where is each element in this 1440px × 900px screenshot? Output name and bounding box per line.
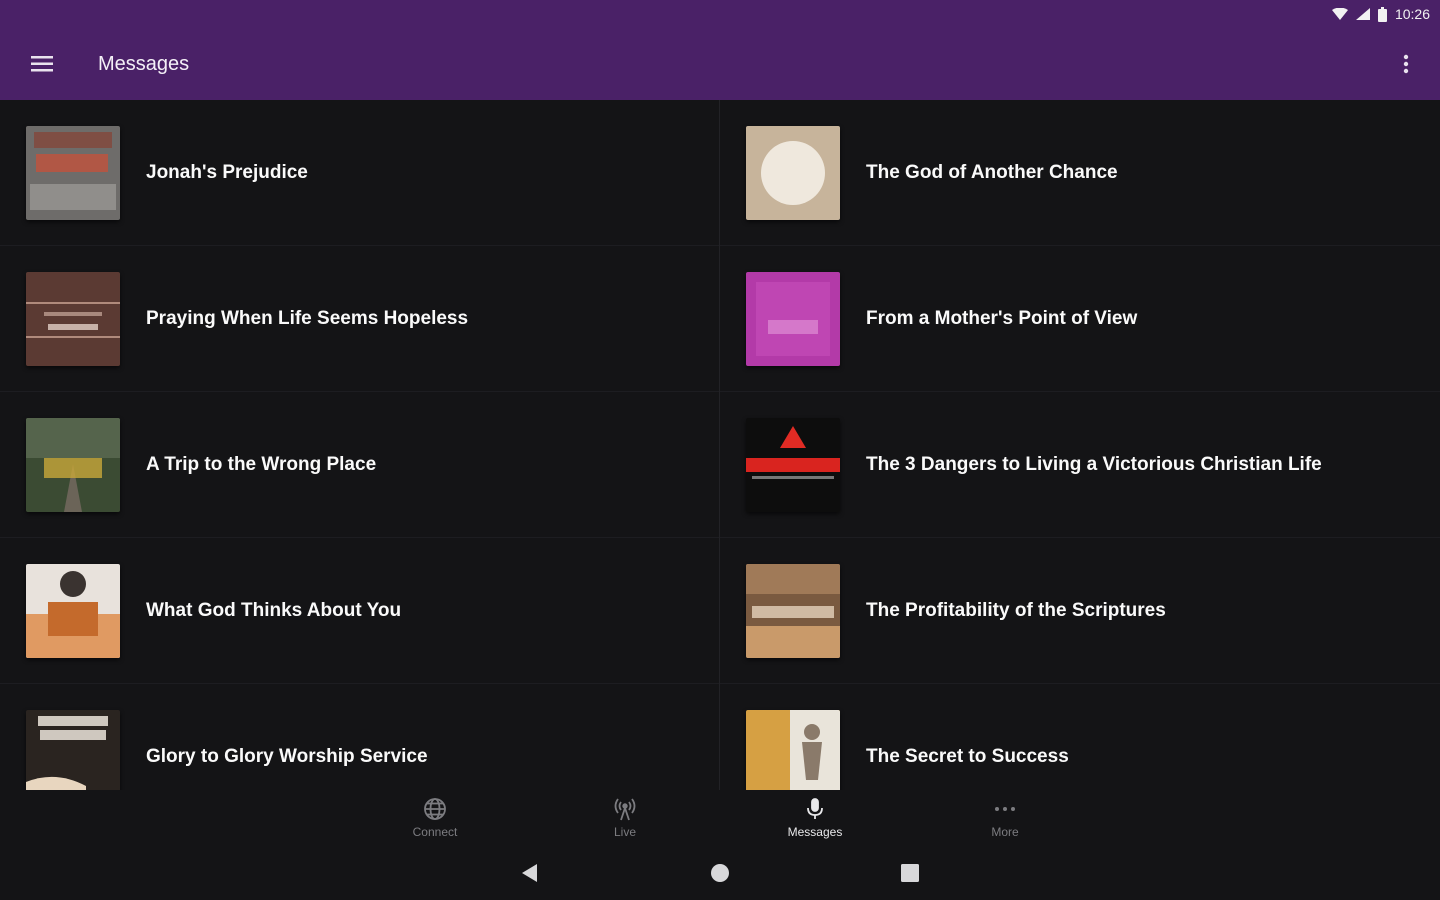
message-item[interactable]: A Trip to the Wrong Place: [0, 392, 719, 538]
message-thumbnail: [746, 417, 840, 512]
message-item[interactable]: What God Thinks About You: [0, 538, 719, 684]
message-item[interactable]: Jonah's Prejudice: [0, 100, 719, 246]
message-thumbnail: [26, 417, 120, 512]
messages-column-right: The God of Another Chance From a Mother'…: [720, 100, 1440, 790]
message-title: Jonah's Prejudice: [146, 161, 308, 183]
nav-label: More: [991, 825, 1019, 839]
hamburger-icon: [31, 56, 53, 72]
menu-button[interactable]: [22, 44, 62, 84]
battery-icon: [1377, 6, 1387, 22]
app-bar: Messages: [0, 28, 1440, 100]
message-title: The Profitability of the Scriptures: [866, 599, 1166, 621]
message-thumbnail: [746, 271, 840, 366]
message-title: Praying When Life Seems Hopeless: [146, 307, 469, 329]
signal-icon: [1355, 8, 1370, 20]
broadcast-icon: [614, 798, 636, 821]
nav-label: Connect: [412, 825, 458, 839]
recents-icon: [901, 864, 919, 882]
message-title: Glory to Glory Worship Service: [146, 745, 428, 767]
status-time: 10:26: [1394, 6, 1430, 22]
system-back-button[interactable]: [510, 853, 550, 893]
message-thumbnail: [26, 563, 120, 658]
message-item[interactable]: The 3 Dangers to Living a Victorious Chr…: [720, 392, 1440, 538]
system-home-button[interactable]: [700, 853, 740, 893]
overflow-menu-button[interactable]: [1390, 44, 1422, 84]
message-item[interactable]: The God of Another Chance: [720, 100, 1440, 246]
message-item[interactable]: Praying When Life Seems Hopeless: [0, 246, 719, 392]
nav-more[interactable]: More: [910, 790, 1100, 846]
message-title: The God of Another Chance: [866, 161, 1118, 183]
message-thumbnail: [746, 125, 840, 220]
home-icon: [711, 864, 729, 882]
message-item[interactable]: The Profitability of the Scriptures: [720, 538, 1440, 684]
message-thumbnail: [26, 125, 120, 220]
message-thumbnail: [746, 709, 840, 790]
nav-label: Live: [613, 825, 636, 839]
message-title: The Secret to Success: [866, 745, 1069, 767]
bottom-navigation: Connect Live Messages More: [0, 790, 1440, 846]
message-title: What God Thinks About You: [146, 599, 402, 621]
messages-column-left: Jonah's Prejudice Praying When Life Seem…: [0, 100, 720, 790]
page-title: Messages: [98, 52, 190, 75]
messages-list: Jonah's Prejudice Praying When Life Seem…: [0, 100, 1440, 790]
wifi-icon: [1331, 8, 1348, 20]
message-item[interactable]: From a Mother's Point of View: [720, 246, 1440, 392]
nav-connect[interactable]: Connect: [340, 790, 530, 846]
message-item[interactable]: Glory to Glory Worship Service: [0, 684, 719, 790]
back-icon: [522, 864, 537, 882]
nav-messages[interactable]: Messages: [720, 790, 910, 846]
microphone-icon: [807, 798, 823, 819]
message-title: A Trip to the Wrong Place: [146, 453, 377, 475]
message-title: From a Mother's Point of View: [866, 307, 1138, 329]
system-recents-button[interactable]: [890, 853, 930, 893]
system-navigation: [0, 846, 1440, 900]
message-item[interactable]: The Secret to Success: [720, 684, 1440, 790]
nav-live[interactable]: Live: [530, 790, 720, 846]
message-thumbnail: [746, 563, 840, 658]
more-vert-icon: [1403, 54, 1409, 74]
more-horiz-icon: [995, 807, 1015, 811]
message-title: The 3 Dangers to Living a Victorious Chr…: [866, 453, 1322, 475]
status-bar: 10:26: [0, 0, 1440, 28]
message-thumbnail: [26, 271, 120, 366]
message-thumbnail: [26, 709, 120, 790]
globe-icon: [424, 798, 446, 820]
nav-label: Messages: [787, 825, 843, 839]
